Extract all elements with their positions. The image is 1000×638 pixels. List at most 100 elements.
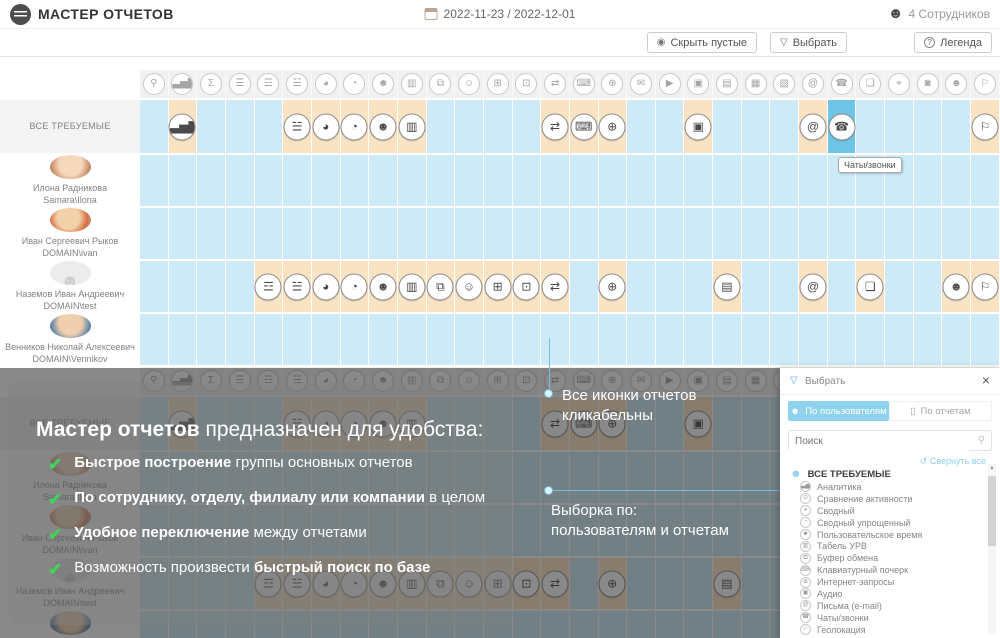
report-type-item[interactable]: ⊕Интернет-запросы — [800, 576, 980, 588]
legend-button[interactable]: ? Легенда — [914, 32, 992, 53]
contacts-report-icon[interactable]: ❏ — [857, 273, 884, 300]
report-cell[interactable]: ⧉ — [427, 261, 456, 312]
report-cell[interactable]: ▥ — [398, 100, 427, 153]
report-type-item[interactable]: ▃▅▇Аналитика — [800, 481, 980, 493]
pie-summary-icon[interactable]: ◕ — [315, 73, 337, 95]
printer-report-icon[interactable]: ▤ — [713, 273, 740, 300]
report-cell[interactable]: ▣ — [684, 100, 713, 153]
report-type-item[interactable]: ☻Пользовательское время — [800, 529, 980, 541]
report-list-3-report-icon[interactable]: ☱ — [284, 273, 311, 300]
report-cell[interactable]: ❏ — [856, 261, 885, 312]
hide-empty-button[interactable]: ◉ Скрыть пустые — [647, 32, 757, 53]
report-cell[interactable]: ⚐ — [971, 261, 1000, 312]
documents-icon[interactable]: ▧ — [773, 73, 795, 95]
audio-report-icon[interactable]: ▣ — [685, 113, 712, 140]
pie-simple-icon[interactable]: ◔ — [343, 73, 365, 95]
geolocation-report-icon[interactable]: ⚐ — [971, 273, 998, 300]
geolocation-report-icon[interactable]: ⚐ — [971, 113, 998, 140]
people-icon[interactable]: ☻ — [945, 73, 967, 95]
people-report-icon[interactable]: ☻ — [943, 273, 970, 300]
tracking-icon[interactable]: ⌖ — [888, 73, 910, 95]
employee-label[interactable]: Венников Николай АлексеевичDOMAIN\Vennik… — [0, 314, 140, 365]
tab-by-reports[interactable]: ▯ По отчетам — [889, 401, 992, 421]
search-icon[interactable]: ⚲ — [143, 73, 165, 95]
report-type-item[interactable]: ⌨Клавиатурный почерк — [800, 564, 980, 576]
report-cell[interactable]: ⊞ — [484, 261, 513, 312]
camera-icon[interactable]: ◙ — [917, 73, 939, 95]
app-usage-report-icon[interactable]: ⊞ — [484, 273, 511, 300]
report-list-2-icon[interactable]: ☲ — [257, 73, 279, 95]
report-list-2-report-icon[interactable]: ☲ — [255, 273, 282, 300]
transfers-icon[interactable]: ⇄ — [544, 73, 566, 95]
pie-simple-report-icon[interactable]: ◔ — [341, 113, 368, 140]
printer-icon[interactable]: ▤ — [716, 73, 738, 95]
report-list-3-icon[interactable]: ☱ — [286, 73, 308, 95]
transfers-report-icon[interactable]: ⇄ — [542, 113, 569, 140]
report-type-item[interactable]: @Письма (e-mail) — [800, 600, 980, 612]
calls-report-icon[interactable]: ☎ — [828, 113, 855, 140]
contacts-icon[interactable]: ❏ — [859, 73, 881, 95]
report-type-item[interactable]: ⧉Буфер обмена — [800, 552, 980, 564]
internet-report-icon[interactable]: ⊕ — [599, 273, 626, 300]
analytics-icon[interactable]: ▃▅▇ — [171, 73, 193, 95]
screen-video-report-icon[interactable]: ⊡ — [513, 273, 540, 300]
report-type-item[interactable]: ☎Чаты/звонки — [800, 612, 980, 624]
report-cell[interactable]: @ — [799, 261, 828, 312]
mail-monitor-icon[interactable]: ✉ — [630, 73, 652, 95]
user-time-report-icon[interactable]: ☻ — [370, 273, 397, 300]
calls-icon[interactable]: ☎ — [831, 73, 853, 95]
pie-summary-report-icon[interactable]: ◕ — [312, 113, 339, 140]
tab-by-users[interactable]: ☻ По пользователям — [788, 401, 889, 421]
report-cell[interactable]: ⌨ — [570, 100, 599, 153]
internet-icon[interactable]: ⊕ — [601, 73, 623, 95]
email-icon[interactable]: @ — [802, 73, 824, 95]
pie-summary-report-icon[interactable]: ◕ — [312, 273, 339, 300]
panel-scrollbar[interactable]: ▲ — [988, 464, 996, 634]
employee-label[interactable]: ☻Наземов Иван АндреевичDOMAIN\test — [0, 261, 140, 312]
close-icon[interactable]: × — [982, 372, 990, 388]
clipboard-report-icon[interactable]: ⧉ — [427, 273, 454, 300]
report-cell[interactable]: ◕ — [312, 261, 341, 312]
date-range-picker[interactable]: 2022-11-23 / 2022-12-01 — [425, 7, 576, 21]
keyboard-icon[interactable]: ⌨ — [573, 73, 595, 95]
search-input[interactable] — [789, 432, 969, 451]
report-type-item[interactable]: ◔Сводный упрощенный — [800, 517, 980, 529]
audio-icon[interactable]: ▣ — [687, 73, 709, 95]
transfers-report-icon[interactable]: ⇄ — [542, 273, 569, 300]
select-button[interactable]: ▽ Выбрать — [770, 32, 847, 53]
employee-label[interactable]: Илона РадниковаSamara\Ilona — [0, 155, 140, 206]
report-cell[interactable]: ◔ — [341, 261, 370, 312]
screen-video-icon[interactable]: ⊡ — [515, 73, 537, 95]
user-time-icon[interactable]: ☻ — [372, 73, 394, 95]
report-cell[interactable]: ⊕ — [599, 100, 628, 153]
employee-label[interactable]: Иван Сергеевич РыковDOMAIN\ivan — [0, 208, 140, 259]
report-cell[interactable]: ☱ — [283, 261, 312, 312]
timesheet-icon[interactable]: ▥ — [401, 73, 423, 95]
report-cell[interactable]: ☲ — [255, 261, 284, 312]
report-cell[interactable]: ☻ — [942, 261, 971, 312]
report-cell[interactable]: @ — [799, 100, 828, 153]
collapse-all-link[interactable]: ↺ Свернуть все — [920, 456, 986, 467]
report-cell[interactable]: ⇄ — [541, 100, 570, 153]
report-list-1-icon[interactable]: ☰ — [229, 73, 251, 95]
report-cell[interactable]: ⇄ — [541, 261, 570, 312]
summary-sigma-icon[interactable]: Σ — [200, 73, 222, 95]
internet-report-icon[interactable]: ⊕ — [599, 113, 626, 140]
keystroke-face-report-icon[interactable]: ☺ — [456, 273, 483, 300]
clipboard-icon[interactable]: ⧉ — [429, 73, 451, 95]
report-cell[interactable]: ☻ — [369, 261, 398, 312]
report-cell[interactable]: ▥ — [398, 261, 427, 312]
report-cell[interactable]: ☎ — [828, 100, 857, 153]
timesheet-report-icon[interactable]: ▥ — [398, 113, 425, 140]
scrollbar-thumb[interactable] — [988, 476, 996, 546]
keyboard-report-icon[interactable]: ⌨ — [570, 113, 597, 140]
play-records-icon[interactable]: ▶ — [659, 73, 681, 95]
report-list-3-report-icon[interactable]: ☱ — [284, 113, 311, 140]
user-time-report-icon[interactable]: ☻ — [370, 113, 397, 140]
report-cell[interactable]: ☱ — [283, 100, 312, 153]
report-cell[interactable]: ◕ — [312, 100, 341, 153]
report-type-item[interactable]: ▣Аудио — [800, 588, 980, 600]
keystroke-face-icon[interactable]: ☺ — [458, 73, 480, 95]
report-type-item[interactable]: ▥Табель УРВ — [800, 540, 980, 552]
report-cell[interactable]: ⚐ — [971, 100, 1000, 153]
